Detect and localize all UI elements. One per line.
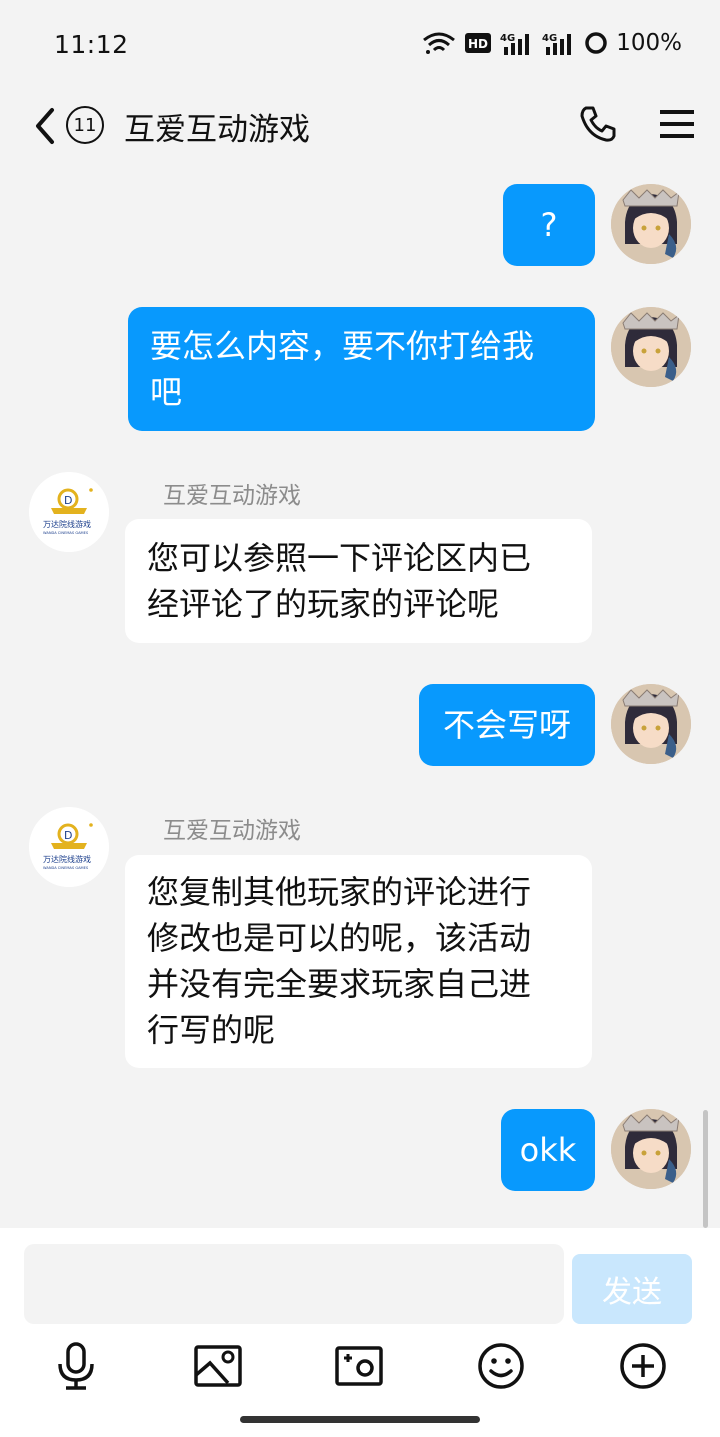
svg-text:D: D [64, 494, 72, 507]
message-input[interactable] [24, 1244, 564, 1324]
message-text-line: 您可以参照一下评论区内已 [147, 539, 532, 577]
user-avatar[interactable] [611, 1109, 691, 1189]
wanda-logo-icon: D 万达院线游戏 WANDA CINEMAS GAMES [29, 807, 109, 887]
user-avatar[interactable] [611, 307, 691, 387]
message-bubble-incoming[interactable]: 您复制其他玩家的评论进行 修改也是可以的呢，该活动 并没有完全要求玩家自己进 行… [125, 855, 592, 1068]
wifi-icon [423, 32, 456, 54]
home-indicator[interactable] [240, 1416, 480, 1423]
scrollbar[interactable] [703, 1110, 708, 1228]
signal-icon-1: 4G [500, 33, 530, 55]
chat-header: 11 互爱互动游戏 [0, 88, 720, 164]
camera-icon [335, 1346, 383, 1386]
image-icon [194, 1345, 242, 1387]
composer-panel: 发送 [0, 1228, 720, 1437]
message-text: okk [519, 1131, 577, 1169]
user-avatar[interactable] [611, 684, 691, 764]
message-text-line: 并没有完全要求玩家自己进 [147, 965, 532, 1003]
hd-icon: HD [465, 33, 492, 53]
user-avatar[interactable] [611, 184, 691, 264]
wanda-logo-icon: D 万达院线游戏 WANDA CINEMAS GAMES [29, 472, 109, 552]
user-avatar-image [611, 1109, 691, 1189]
mic-icon [58, 1342, 94, 1390]
sender-name: 互爱互动游戏 [163, 483, 301, 509]
bot-avatar[interactable]: D 万达院线游戏 WANDA CINEMAS GAMES [29, 472, 109, 552]
battery-icon [585, 32, 607, 54]
send-button[interactable]: 发送 [572, 1254, 692, 1324]
bot-avatar[interactable]: D 万达院线游戏 WANDA CINEMAS GAMES [29, 807, 109, 887]
camera-button[interactable] [331, 1338, 387, 1394]
message-text-line: 行写的呢 [147, 1011, 276, 1049]
status-bar: 11:12 HD 4G 4G 100% [0, 0, 720, 88]
message-text-line: 经评论了的玩家的评论呢 [147, 585, 500, 623]
phone-icon[interactable] [578, 104, 618, 144]
message-text-line: 修改也是可以的呢，该活动 [147, 919, 532, 957]
page-title: 互爱互动游戏 [124, 112, 310, 148]
svg-text:D: D [64, 829, 72, 842]
status-icons: HD 4G 4G 100% [422, 30, 682, 56]
user-avatar-image [611, 684, 691, 764]
svg-text:WANDA CINEMAS GAMES: WANDA CINEMAS GAMES [43, 866, 89, 870]
back-arrow-icon[interactable] [30, 106, 60, 146]
svg-text:万达院线游戏: 万达院线游戏 [43, 519, 91, 529]
message-bubble-outgoing[interactable]: 不会写呀 [419, 684, 595, 766]
message-bubble-outgoing[interactable]: okk [501, 1109, 595, 1191]
voice-button[interactable] [48, 1338, 104, 1394]
svg-text:WANDA CINEMAS GAMES: WANDA CINEMAS GAMES [43, 531, 89, 535]
plus-icon [620, 1343, 666, 1389]
emoji-icon [478, 1343, 524, 1389]
message-bubble-outgoing[interactable]: ? [503, 184, 595, 266]
svg-text:万达院线游戏: 万达院线游戏 [43, 854, 91, 864]
user-avatar-image [611, 184, 691, 264]
menu-icon[interactable] [660, 108, 694, 140]
more-button[interactable] [615, 1338, 671, 1394]
sender-name: 互爱互动游戏 [163, 818, 301, 844]
svg-text:4G: 4G [542, 33, 557, 44]
image-button[interactable] [190, 1338, 246, 1394]
message-text-line: 您复制其他玩家的评论进行 [147, 873, 532, 911]
battery-percent: 100% [616, 30, 682, 56]
message-text: 不会写呀 [442, 706, 571, 744]
signal-icon-2: 4G [542, 33, 572, 55]
message-bubble-incoming[interactable]: 您可以参照一下评论区内已 经评论了的玩家的评论呢 [125, 519, 592, 643]
message-text-line: 要怎么内容，要不你打给我 [150, 327, 535, 365]
user-avatar-image [611, 307, 691, 387]
emoji-button[interactable] [473, 1338, 529, 1394]
clock: 11:12 [54, 30, 129, 59]
message-text: ? [540, 206, 558, 244]
svg-text:4G: 4G [500, 33, 515, 44]
message-text-line: 吧 [150, 373, 183, 411]
svg-text:HD: HD [468, 37, 488, 51]
message-bubble-outgoing[interactable]: 要怎么内容，要不你打给我 吧 [128, 307, 595, 431]
unread-count-badge[interactable]: 11 [66, 106, 104, 144]
